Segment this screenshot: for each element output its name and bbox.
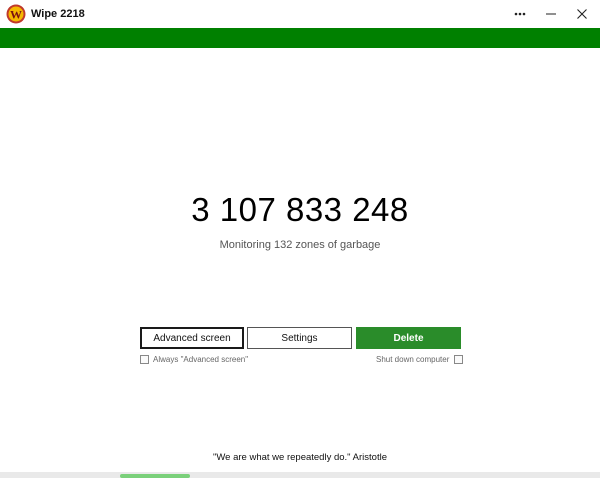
minimize-button[interactable] bbox=[535, 0, 567, 28]
always-advanced-option[interactable]: Always "Advanced screen" bbox=[140, 353, 248, 365]
bottom-strip bbox=[0, 472, 600, 478]
shutdown-option[interactable]: Shut down computer bbox=[376, 353, 464, 365]
monitoring-status: Monitoring 132 zones of garbage bbox=[219, 239, 381, 251]
app-logo-icon: W bbox=[6, 4, 26, 24]
minimize-icon bbox=[546, 13, 556, 15]
always-advanced-label: Always "Advanced screen" bbox=[153, 354, 249, 364]
garbage-counter: 3 107 833 248 bbox=[191, 191, 409, 228]
advanced-screen-button[interactable]: Advanced screen bbox=[140, 327, 244, 349]
title-bar: W Wipe 2218 bbox=[0, 0, 600, 28]
always-advanced-checkbox[interactable] bbox=[140, 354, 149, 364]
app-logo-letter: W bbox=[10, 8, 22, 22]
bottom-progress-indicator bbox=[120, 474, 190, 478]
settings-button[interactable]: Settings bbox=[247, 327, 352, 349]
close-button[interactable] bbox=[566, 0, 598, 28]
delete-button[interactable]: Delete bbox=[356, 327, 461, 349]
more-icon bbox=[514, 12, 526, 16]
footer-quote: "We are what we repeatedly do." Aristotl… bbox=[213, 452, 387, 463]
window-title: Wipe 2218 bbox=[31, 8, 85, 20]
accent-header-bar bbox=[0, 28, 600, 48]
more-options-button[interactable] bbox=[504, 0, 536, 28]
shutdown-checkbox[interactable] bbox=[454, 354, 464, 364]
close-icon bbox=[577, 9, 587, 19]
shutdown-label: Shut down computer bbox=[376, 354, 450, 364]
